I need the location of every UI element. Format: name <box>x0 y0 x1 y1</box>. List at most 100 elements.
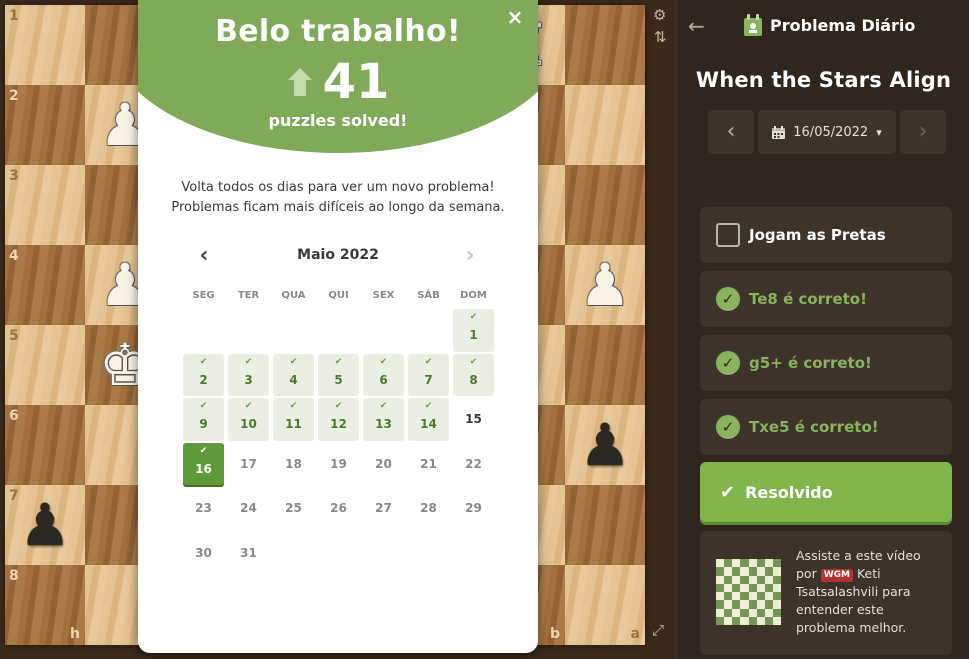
side-to-move-label: Jogam as Pretas <box>749 226 886 244</box>
thumbnail-square <box>772 559 781 568</box>
video-description: Assiste a este vídeo por WGM Keti Tsatsa… <box>796 547 946 637</box>
calendar-day-future: 31 <box>240 545 257 560</box>
author-first-name[interactable]: Keti <box>857 566 881 581</box>
square-a2[interactable] <box>565 85 645 165</box>
calendar-day-solved[interactable]: 10 <box>228 398 269 441</box>
thumbnail-square <box>716 592 725 601</box>
thumbnail-square <box>740 559 749 568</box>
square-h5[interactable]: 5 <box>5 325 85 405</box>
previous-day-button[interactable]: ‹ <box>708 110 754 154</box>
square-a5[interactable] <box>565 325 645 405</box>
calendar-day-solved[interactable]: 7 <box>408 353 449 396</box>
thumbnail-square <box>716 600 725 609</box>
square-h1[interactable]: 1 <box>5 5 85 85</box>
chevron-down-icon: ▾ <box>876 125 882 139</box>
square-a3[interactable] <box>565 165 645 245</box>
square-h7[interactable]: 7 ♟ <box>5 485 85 565</box>
next-month-button[interactable]: › <box>460 244 480 268</box>
calendar-day-future: 21 <box>420 456 437 471</box>
video-card[interactable]: Assiste a este vídeo por WGM Keti Tsatsa… <box>700 531 952 655</box>
calendar-day-solved[interactable]: 1 <box>453 309 494 352</box>
thumbnail-square <box>748 575 757 584</box>
thumbnail-square <box>764 616 773 625</box>
puzzle-sidebar: ← Problema Diário When the Stars Align ‹… <box>678 0 969 659</box>
weekday-label: DOM <box>460 290 487 301</box>
square-h4[interactable]: 4 <box>5 245 85 325</box>
thumbnail-square <box>724 600 733 609</box>
solved-count: 41 <box>322 54 390 110</box>
video-line: entender este <box>796 602 884 617</box>
rank-label: 2 <box>9 88 19 104</box>
black-pawn-piece[interactable]: ♟ <box>565 405 645 485</box>
calendar-day-solved[interactable]: 6 <box>363 353 404 396</box>
thumbnail-square <box>740 592 749 601</box>
white-pawn-piece[interactable]: ♟ <box>565 245 645 325</box>
square-h3[interactable]: 3 <box>5 165 85 245</box>
calendar-day-future: 28 <box>420 501 437 516</box>
thumbnail-square <box>756 592 765 601</box>
file-label: h <box>70 626 80 642</box>
calendar-day-future: 24 <box>240 501 257 516</box>
calendar-day-solved[interactable]: 4 <box>273 353 314 396</box>
square-a8[interactable]: a <box>565 565 645 645</box>
thumbnail-square <box>732 583 741 592</box>
date-picker[interactable]: 16/05/2022 ▾ <box>758 110 896 154</box>
thumbnail-square <box>756 567 765 576</box>
black-pawn-piece[interactable]: ♟ <box>5 485 85 565</box>
thumbnail-square <box>772 600 781 609</box>
thumbnail-square <box>756 583 765 592</box>
weekday-label: TER <box>237 290 260 301</box>
square-a6[interactable]: ♟ <box>565 405 645 485</box>
solved-label: Resolvido <box>745 482 833 502</box>
calendar-day-solved[interactable]: 14 <box>408 398 449 441</box>
calendar-day-solved[interactable]: 3 <box>228 353 269 396</box>
thumbnail-square <box>748 608 757 617</box>
flip-board-icon[interactable]: ⇅ <box>654 28 667 46</box>
weekday-label: SEG <box>192 290 215 301</box>
back-arrow-icon[interactable]: ← <box>688 14 705 38</box>
square-a4[interactable]: ♟ <box>565 245 645 325</box>
thumbnail-square <box>716 567 725 576</box>
thumbnail-square <box>740 567 749 576</box>
calendar-day-solved[interactable]: 5 <box>318 353 359 396</box>
thumbnail-square <box>732 616 741 625</box>
rank-label: 3 <box>9 168 19 184</box>
calendar-day-solved[interactable]: 8 <box>453 353 494 396</box>
previous-month-button[interactable]: ‹ <box>194 244 214 268</box>
square-h2[interactable]: 2 <box>5 85 85 165</box>
thumbnail-square <box>756 559 765 568</box>
calendar-day-solved[interactable]: 9 <box>183 398 224 441</box>
square-a1[interactable] <box>565 5 645 85</box>
thumbnail-square <box>740 616 749 625</box>
square-h8[interactable]: 8h <box>5 565 85 645</box>
calendar-weekday-header: SEG TER QUA QUI SEX SÁB DOM <box>181 290 496 301</box>
square-a7[interactable] <box>565 485 645 565</box>
calendar-day-solved[interactable]: 13 <box>363 398 404 441</box>
next-day-button[interactable]: › <box>900 110 946 154</box>
settings-gear-icon[interactable]: ⚙ <box>653 6 666 24</box>
panel-title: Problema Diário <box>770 15 916 35</box>
thumbnail-square <box>764 608 773 617</box>
thumbnail-square <box>732 600 741 609</box>
video-thumbnail[interactable] <box>716 559 781 625</box>
calendar-day-solved[interactable]: 12 <box>318 398 359 441</box>
thumbnail-square <box>756 575 765 584</box>
rank-label: 4 <box>9 248 19 264</box>
calendar-day-future: 17 <box>240 456 257 471</box>
calendar-day-solved[interactable]: 2 <box>183 353 224 396</box>
expand-board-icon[interactable]: ⤢ <box>652 621 664 639</box>
calendar-day-current[interactable]: 16 <box>183 442 224 485</box>
thumbnail-square <box>748 592 757 601</box>
calendar-day-today: 15 <box>465 412 482 427</box>
thumbnail-square <box>732 592 741 601</box>
video-line: por WGM Keti <box>796 565 946 583</box>
puzzle-complete-modal: × Belo trabalho! 41 puzzles solved! Volt… <box>138 0 538 653</box>
thumbnail-square <box>772 592 781 601</box>
square-h6[interactable]: 6 <box>5 405 85 485</box>
side-checkbox[interactable] <box>716 223 740 247</box>
calendar-day-future: 26 <box>330 501 347 516</box>
calendar-day-future: 25 <box>285 501 302 516</box>
calendar-day-solved[interactable]: 11 <box>273 398 314 441</box>
puzzle-name: When the Stars Align <box>695 68 952 92</box>
solved-button[interactable]: ✔ Resolvido <box>700 462 952 522</box>
